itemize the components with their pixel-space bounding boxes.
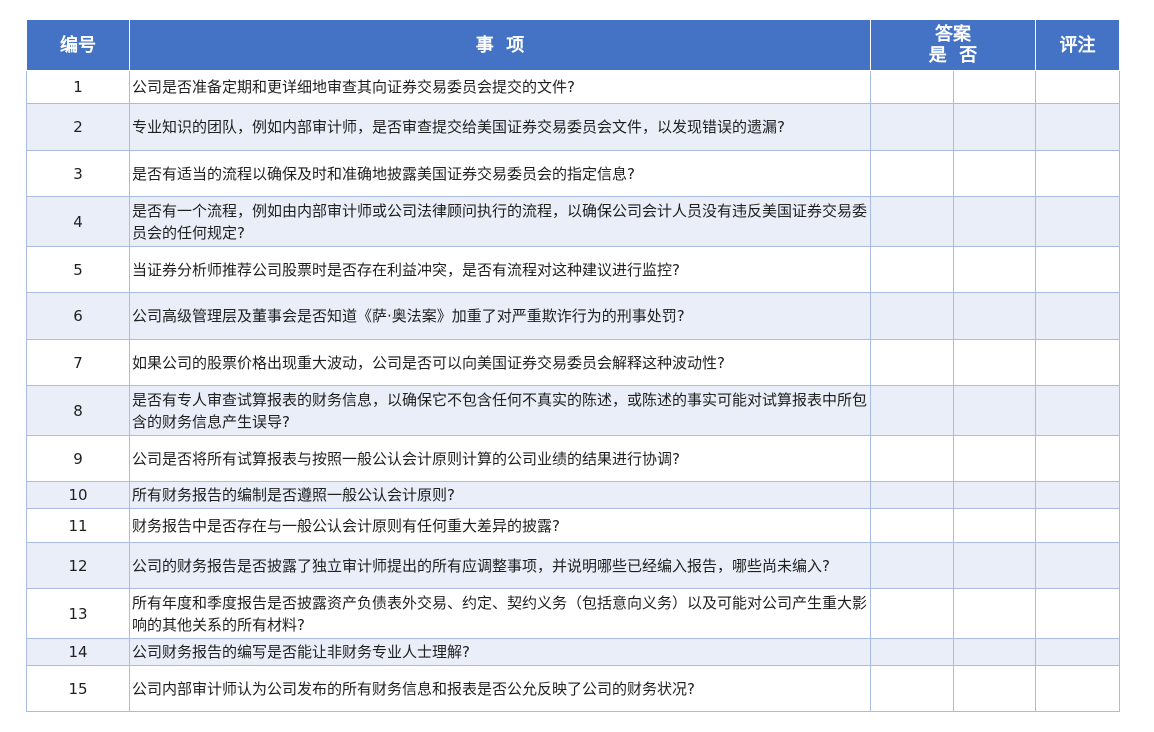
table-row: 8 是否有专人审查试算报表的财务信息，以确保它不包含任何不真实的陈述，或陈述的事实… (26, 385, 1121, 436)
answer-no-cell[interactable] (952, 339, 1037, 386)
checklist-table: 编号 事 项 答案 是 否 评注 1 公司是否准备定期和更详细地审查其向证券交易委… (26, 19, 1121, 712)
row-number: 8 (26, 385, 130, 436)
row-item-text: 公司是否准备定期和更详细地审查其向证券交易委员会提交的文件? (129, 70, 871, 104)
note-cell[interactable] (1035, 481, 1121, 509)
answer-no-cell[interactable] (952, 508, 1037, 543)
answer-no-cell[interactable] (952, 246, 1037, 293)
row-number: 15 (26, 665, 130, 712)
note-cell[interactable] (1035, 150, 1121, 197)
table-row: 14 公司财务报告的编写是否能让非财务专业人士理解? (26, 638, 1121, 666)
header-answer-label: 答案 (935, 24, 971, 45)
answer-no-cell[interactable] (952, 481, 1037, 509)
answer-no-cell[interactable] (952, 385, 1037, 436)
note-cell[interactable] (1035, 588, 1121, 639)
row-number: 11 (26, 508, 130, 543)
answer-yes-cell[interactable] (870, 103, 954, 151)
row-number: 6 (26, 292, 130, 340)
answer-yes-cell[interactable] (870, 246, 954, 293)
answer-yes-cell[interactable] (870, 665, 954, 712)
answer-yes-cell[interactable] (870, 292, 954, 340)
table-row: 12 公司的财务报告是否披露了独立审计师提出的所有应调整事项，并说明哪些已经编入报… (26, 542, 1121, 589)
row-number: 14 (26, 638, 130, 666)
note-cell[interactable] (1035, 638, 1121, 666)
note-cell[interactable] (1035, 339, 1121, 386)
answer-no-cell[interactable] (952, 542, 1037, 589)
header-note: 评注 (1035, 19, 1121, 71)
row-number: 2 (26, 103, 130, 151)
answer-no-cell[interactable] (952, 435, 1037, 482)
note-cell[interactable] (1035, 292, 1121, 340)
answer-no-cell[interactable] (952, 103, 1037, 151)
note-cell[interactable] (1035, 385, 1121, 436)
note-cell[interactable] (1035, 246, 1121, 293)
row-item-text: 专业知识的团队，例如内部审计师，是否审查提交给美国证券交易委员会文件，以发现错误… (129, 103, 871, 151)
table-row: 10 所有财务报告的编制是否遵照一般公认会计原则? (26, 481, 1121, 509)
table-row: 1 公司是否准备定期和更详细地审查其向证券交易委员会提交的文件? (26, 70, 1121, 104)
answer-yes-cell[interactable] (870, 385, 954, 436)
row-number: 3 (26, 150, 130, 197)
row-number: 7 (26, 339, 130, 386)
answer-yes-cell[interactable] (870, 508, 954, 543)
row-item-text: 财务报告中是否存在与一般公认会计原则有任何重大差异的披露? (129, 508, 871, 543)
header-number: 编号 (26, 19, 130, 71)
answer-no-cell[interactable] (952, 70, 1037, 104)
row-item-text: 如果公司的股票价格出现重大波动，公司是否可以向美国证券交易委员会解释这种波动性? (129, 339, 871, 386)
header-item: 事 项 (129, 19, 871, 71)
table-row: 7 如果公司的股票价格出现重大波动，公司是否可以向美国证券交易委员会解释这种波动性… (26, 339, 1121, 386)
row-item-text: 公司高级管理层及董事会是否知道《萨·奥法案》加重了对严重欺诈行为的刑事处罚? (129, 292, 871, 340)
answer-yes-cell[interactable] (870, 435, 954, 482)
answer-yes-cell[interactable] (870, 542, 954, 589)
answer-yes-cell[interactable] (870, 638, 954, 666)
answer-no-cell[interactable] (952, 196, 1037, 247)
answer-yes-cell[interactable] (870, 339, 954, 386)
header-answer: 答案 是 否 (869, 19, 1037, 71)
answer-no-cell[interactable] (952, 292, 1037, 340)
note-cell[interactable] (1035, 542, 1121, 589)
row-number: 1 (26, 70, 130, 104)
answer-no-cell[interactable] (952, 638, 1037, 666)
table-row: 2 专业知识的团队，例如内部审计师，是否审查提交给美国证券交易委员会文件，以发现错… (26, 103, 1121, 151)
row-item-text: 公司的财务报告是否披露了独立审计师提出的所有应调整事项，并说明哪些已经编入报告，… (129, 542, 871, 589)
table-row: 6 公司高级管理层及董事会是否知道《萨·奥法案》加重了对严重欺诈行为的刑事处罚? (26, 292, 1121, 340)
answer-yes-cell[interactable] (870, 481, 954, 509)
header-row: 编号 事 项 答案 是 否 评注 (26, 19, 1121, 71)
table-row: 5 当证券分析师推荐公司股票时是否存在利益冲突，是否有流程对这种建议进行监控? (26, 246, 1121, 293)
row-item-text: 是否有适当的流程以确保及时和准确地披露美国证券交易委员会的指定信息? (129, 150, 871, 197)
note-cell[interactable] (1035, 103, 1121, 151)
row-number: 4 (26, 196, 130, 247)
row-item-text: 是否有专人审查试算报表的财务信息，以确保它不包含任何不真实的陈述，或陈述的事实可… (129, 385, 871, 436)
answer-no-cell[interactable] (952, 588, 1037, 639)
table-row: 9 公司是否将所有试算报表与按照一般公认会计原则计算的公司业绩的结果进行协调? (26, 435, 1121, 482)
row-item-text: 所有年度和季度报告是否披露资产负债表外交易、约定、契约义务（包括意向义务）以及可… (129, 588, 871, 639)
note-cell[interactable] (1035, 665, 1121, 712)
row-item-text: 公司内部审计师认为公司发布的所有财务信息和报表是否公允反映了公司的财务状况? (129, 665, 871, 712)
answer-yes-cell[interactable] (870, 150, 954, 197)
answer-yes-cell[interactable] (870, 588, 954, 639)
note-cell[interactable] (1035, 70, 1121, 104)
header-yes-no: 是 否 (928, 45, 978, 66)
row-number: 12 (26, 542, 130, 589)
row-number: 9 (26, 435, 130, 482)
answer-no-cell[interactable] (952, 150, 1037, 197)
row-item-text: 是否有一个流程，例如由内部审计师或公司法律顾问执行的流程，以确保公司会计人员没有… (129, 196, 871, 247)
note-cell[interactable] (1035, 196, 1121, 247)
note-cell[interactable] (1035, 435, 1121, 482)
row-number: 5 (26, 246, 130, 293)
answer-yes-cell[interactable] (870, 196, 954, 247)
row-item-text: 公司财务报告的编写是否能让非财务专业人士理解? (129, 638, 871, 666)
table-row: 15 公司内部审计师认为公司发布的所有财务信息和报表是否公允反映了公司的财务状况? (26, 665, 1121, 712)
table-row: 3 是否有适当的流程以确保及时和准确地披露美国证券交易委员会的指定信息? (26, 150, 1121, 197)
row-number: 13 (26, 588, 130, 639)
answer-no-cell[interactable] (952, 665, 1037, 712)
answer-yes-cell[interactable] (870, 70, 954, 104)
row-number: 10 (26, 481, 130, 509)
row-item-text: 当证券分析师推荐公司股票时是否存在利益冲突，是否有流程对这种建议进行监控? (129, 246, 871, 293)
table-row: 4 是否有一个流程，例如由内部审计师或公司法律顾问执行的流程，以确保公司会计人员没… (26, 196, 1121, 247)
row-item-text: 公司是否将所有试算报表与按照一般公认会计原则计算的公司业绩的结果进行协调? (129, 435, 871, 482)
table-row: 13 所有年度和季度报告是否披露资产负债表外交易、约定、契约义务（包括意向义务）以… (26, 588, 1121, 639)
note-cell[interactable] (1035, 508, 1121, 543)
table-row: 11 财务报告中是否存在与一般公认会计原则有任何重大差异的披露? (26, 508, 1121, 543)
row-item-text: 所有财务报告的编制是否遵照一般公认会计原则? (129, 481, 871, 509)
